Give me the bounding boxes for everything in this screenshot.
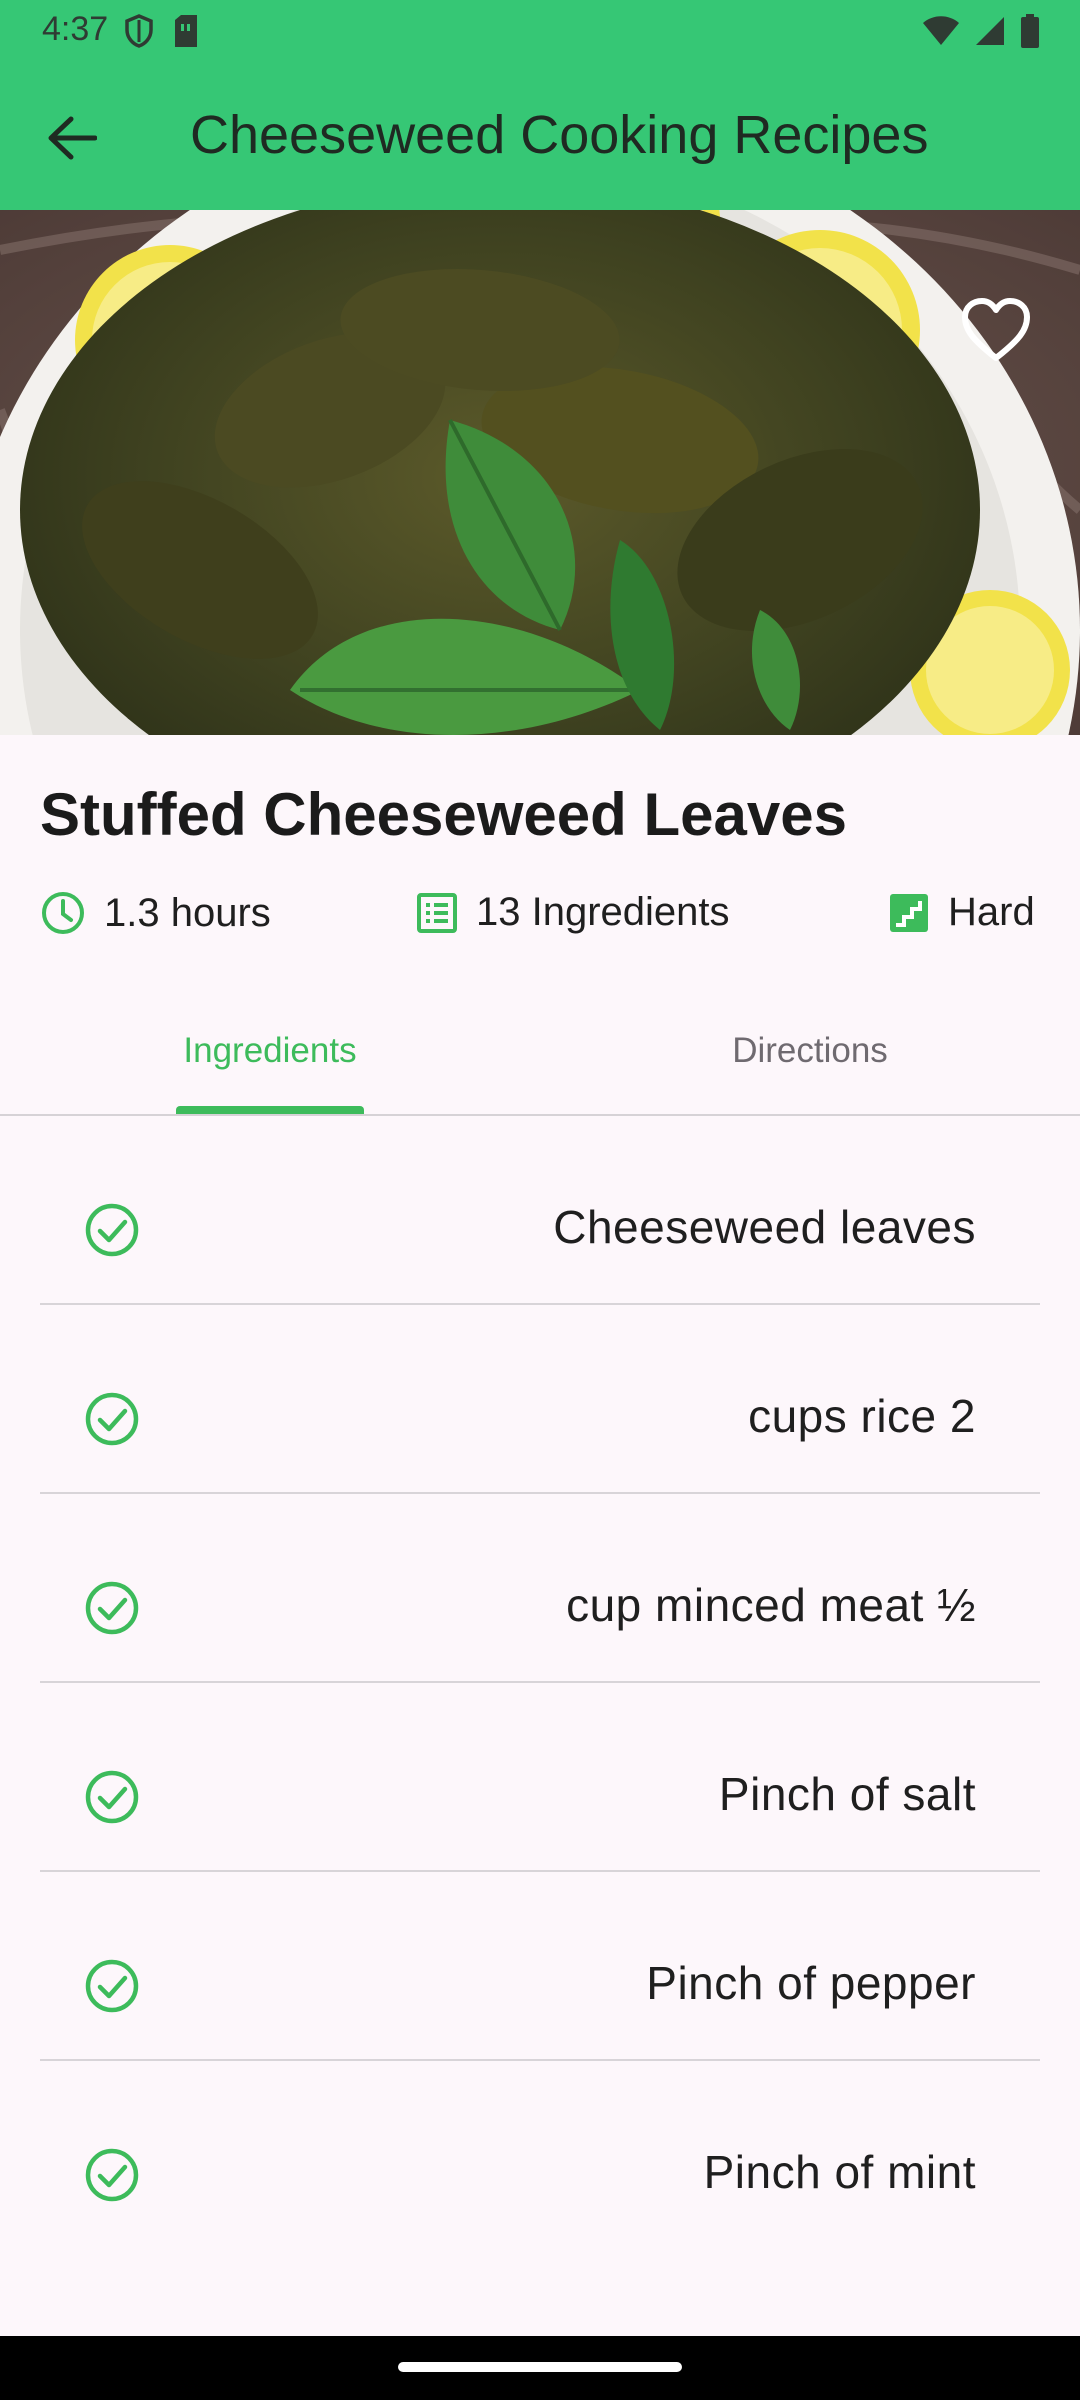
heart-outline-icon [962, 298, 1030, 361]
tab-ingredients[interactable]: Ingredients [0, 990, 540, 1112]
recipe-meta-row: 1.3 hours 13 Ingredients Hard [40, 890, 1040, 950]
tab-indicator [176, 1106, 364, 1114]
cooking-time: 1.3 hours [40, 890, 271, 936]
tab-directions[interactable]: Directions [540, 990, 1080, 1112]
ingredient-text: Pinch of salt [718, 1768, 976, 1820]
ingredient-text: Pinch of mint [703, 2146, 976, 2198]
list-item: Cheeseweed leaves [40, 1116, 1040, 1305]
ingredients-count-text: 13 Ingredients [476, 890, 730, 934]
back-button[interactable] [40, 106, 104, 170]
cooking-time-text: 1.3 hours [104, 890, 271, 935]
list-item: cup minced meat ½ [40, 1494, 1040, 1683]
check-circle-icon [85, 1203, 139, 1257]
clock-icon [42, 892, 84, 934]
list-icon [417, 892, 457, 933]
difficulty: Hard [888, 890, 1035, 935]
check-circle-icon [85, 2148, 139, 2202]
wifi-icon [922, 15, 960, 52]
ingredient-list: Cheeseweed leaves cups rice 2 cup minced… [40, 1116, 1040, 2250]
ingredient-text: Pinch of pepper [646, 1957, 976, 2009]
list-item: Pinch of pepper [40, 1872, 1040, 2061]
shield-icon [124, 14, 154, 53]
status-bar: 4:37 [0, 0, 1080, 62]
app-title: Cheeseweed Cooking Recipes [190, 105, 929, 165]
check-circle-icon [85, 1392, 139, 1446]
ingredient-text: Cheeseweed leaves [553, 1201, 976, 1253]
check-circle-icon [85, 1581, 139, 1635]
favorite-button[interactable] [956, 290, 1036, 370]
ingredients-count: 13 Ingredients [416, 890, 730, 935]
home-gesture-handle[interactable] [398, 2362, 682, 2372]
recipe-title: Stuffed Cheeseweed Leaves [40, 781, 847, 848]
check-circle-icon [85, 1959, 139, 2013]
sim-card-icon [172, 14, 200, 53]
recipe-hero-image [0, 210, 1080, 735]
app-bar: Cheeseweed Cooking Recipes [0, 62, 1080, 210]
recipe-tabs: Ingredients Directions [0, 990, 1080, 1116]
ingredient-text: cup minced meat ½ [566, 1579, 976, 1631]
stairs-icon [890, 893, 928, 932]
list-item: Pinch of mint [40, 2061, 1040, 2250]
difficulty-text: Hard [948, 890, 1035, 934]
status-time: 4:37 [42, 10, 109, 48]
arrow-back-icon [48, 116, 97, 160]
ingredient-text: cups rice 2 [748, 1390, 976, 1442]
list-item: Pinch of salt [40, 1683, 1040, 1872]
battery-icon [1020, 14, 1040, 53]
list-item: cups rice 2 [40, 1305, 1040, 1494]
cell-signal-icon [974, 15, 1006, 52]
check-circle-icon [85, 1770, 139, 1824]
